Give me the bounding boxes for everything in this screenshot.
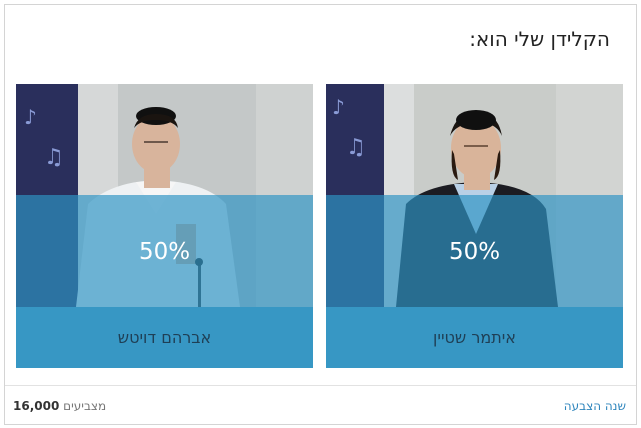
- poll-question: הקלידן שלי הוא:: [469, 27, 610, 51]
- voter-count: מצביעים 16,000: [13, 399, 106, 413]
- result-percent: 50%: [138, 239, 191, 265]
- option-name: איתמר שטיין: [433, 328, 516, 347]
- svg-text:♪: ♪: [332, 95, 345, 119]
- voters-label: מצביעים: [63, 399, 107, 413]
- poll-option-2[interactable]: ♪ ♫ 50% אברהם דויטש: [16, 84, 313, 368]
- svg-text:♪: ♪: [24, 105, 37, 129]
- footer-divider: [5, 385, 636, 386]
- option-name-bar[interactable]: אברהם דויטש: [16, 307, 313, 368]
- voters-number: 16,000: [13, 399, 60, 413]
- result-percent: 50%: [448, 239, 501, 265]
- option-name: אברהם דויטש: [117, 328, 212, 347]
- change-vote-link[interactable]: שנה הצבעה: [564, 399, 626, 413]
- poll-widget: הקלידן שלי הוא: ♪ ♫ 50% איתמר שטיין ♪ ♫ …: [4, 4, 637, 425]
- svg-text:♫: ♫: [346, 135, 366, 160]
- option-name-bar[interactable]: איתמר שטיין: [326, 307, 623, 368]
- svg-text:♫: ♫: [44, 145, 64, 170]
- poll-option-1[interactable]: ♪ ♫ 50% איתמר שטיין: [326, 84, 623, 368]
